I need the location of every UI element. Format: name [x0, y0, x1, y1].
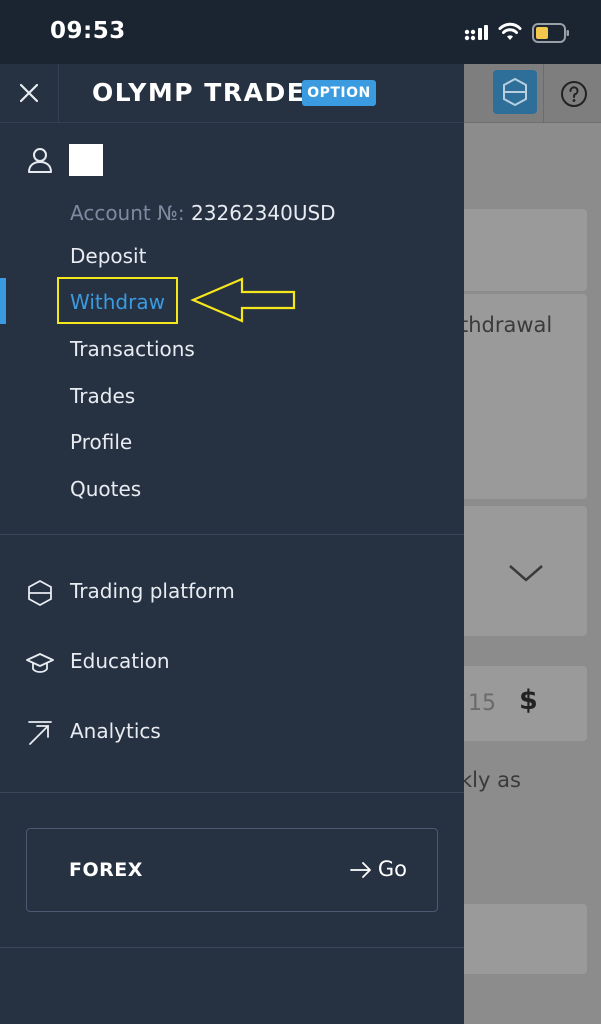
menu-item-transactions[interactable]: Transactions	[70, 337, 195, 361]
header-divider	[58, 64, 59, 123]
menu-item-deposit[interactable]: Deposit	[70, 244, 146, 268]
background-withdrawal-text: thdrawal	[464, 313, 553, 337]
analytics-arrow-icon	[28, 721, 52, 745]
user-icon	[28, 148, 52, 173]
shield-icon	[503, 77, 527, 107]
background-card	[464, 209, 587, 291]
background-card	[464, 904, 587, 974]
account-number-label: Account №:	[70, 201, 185, 225]
nav-analytics[interactable]: Analytics	[0, 709, 464, 757]
section-divider	[0, 792, 464, 793]
nav-label: Analytics	[70, 719, 161, 743]
trading-platform-button[interactable]	[493, 70, 537, 114]
amount-fragment: 15	[468, 691, 496, 716]
arrow-right-icon	[349, 862, 371, 878]
account-number: Account №: 23262340USD	[70, 201, 336, 225]
section-divider	[0, 947, 464, 948]
cellular-signal-icon	[464, 25, 488, 41]
help-icon[interactable]	[560, 80, 588, 108]
status-time: 09:53	[50, 18, 126, 44]
close-icon[interactable]	[14, 78, 44, 108]
background-app[interactable]: l thdrawal 15 $ kly as	[464, 64, 601, 1024]
background-note-text: kly as	[464, 768, 521, 792]
nav-trading-platform[interactable]: Trading platform	[0, 569, 464, 617]
status-bar: 09:53	[0, 0, 601, 64]
forex-card[interactable]: FOREX Go	[26, 828, 438, 912]
menu-item-quotes[interactable]: Quotes	[70, 477, 141, 501]
side-drawer: OLYMP TRADE OPTION Account №: 23262340US…	[0, 64, 464, 1024]
menu-item-profile[interactable]: Profile	[70, 430, 132, 454]
nav-label: Trading platform	[70, 579, 235, 603]
menu-item-trades[interactable]: Trades	[70, 384, 135, 408]
topbar-divider	[543, 64, 544, 123]
active-indicator	[0, 278, 6, 324]
forex-go-label: Go	[377, 857, 407, 881]
drawer-header: OLYMP TRADE OPTION	[0, 64, 464, 123]
battery-icon	[532, 23, 569, 43]
annotation-arrow-icon	[190, 277, 296, 323]
forex-label: FOREX	[69, 859, 143, 881]
user-avatar[interactable]	[69, 144, 103, 176]
shield-icon	[28, 579, 52, 607]
graduation-cap-icon	[26, 653, 54, 673]
section-divider	[0, 534, 464, 535]
chevron-down-icon	[509, 565, 543, 582]
option-badge: OPTION	[302, 80, 376, 106]
nav-label: Education	[70, 649, 170, 673]
olymp-trade-logo: OLYMP TRADE	[92, 78, 306, 107]
background-topbar	[464, 64, 601, 123]
currency-symbol: $	[519, 685, 538, 716]
wifi-icon	[498, 22, 522, 40]
forex-go-button[interactable]: Go	[349, 857, 407, 881]
withdraw-highlight-box	[57, 277, 178, 324]
nav-education[interactable]: Education	[0, 639, 464, 687]
account-number-value: 23262340USD	[191, 201, 336, 225]
